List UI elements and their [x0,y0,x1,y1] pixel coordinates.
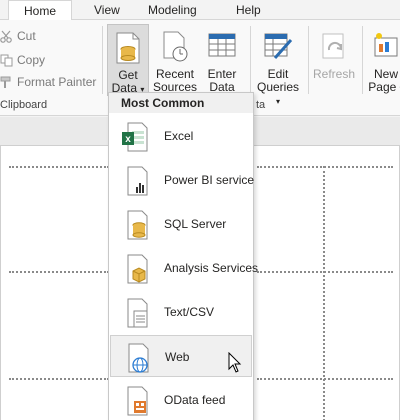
group-separator [308,26,309,94]
analysis-services-icon [127,254,148,284]
grid-line [257,166,393,168]
sql-server-icon [127,210,148,240]
grid-line [323,166,325,420]
grid-line [257,378,393,380]
ribbon-tab-bar: Home View Modeling Help [0,0,400,21]
menu-item-label: Analysis Services [164,261,259,275]
refresh-label: Refresh [312,67,356,81]
menu-item-label: Web [165,350,190,364]
group-separator [102,26,103,94]
refresh-icon [322,33,344,59]
enter-data-button[interactable]: Enter Data [202,24,242,96]
get-data-icon [116,32,140,64]
app-window: { "tabs": [ {"label": "Home"}, {"label":… [0,0,400,420]
excel-icon: x [122,122,148,152]
scissors-icon [0,30,12,43]
menu-item-label: OData feed [164,393,226,407]
new-page-label: New Page ▾ [368,67,400,94]
recent-sources-icon [163,31,188,62]
grid-line [9,378,109,380]
copy-icon [0,54,13,67]
tab-modeling[interactable]: Modeling [148,0,197,20]
tab-home[interactable]: Home [8,0,72,21]
format-painter-button[interactable]: Format Painter [0,73,100,91]
menu-header: Most Common [109,93,253,113]
power-bi-service-icon [127,166,148,196]
menu-item-odata-feed[interactable]: OData feed [110,379,252,420]
recent-sources-button[interactable]: Recent Sources ▾ [152,24,198,106]
group-separator [362,26,363,94]
clipboard-group-label: Clipboard [0,99,48,111]
format-painter-label: Format Painter [17,75,97,89]
menu-item-label: Excel [164,129,194,143]
menu-item-power-bi-service[interactable]: Power BI service [110,159,255,201]
menu-item-label: Power BI service [164,173,255,187]
menu-item-label: Text/CSV [164,305,215,319]
menu-item-sql-server[interactable]: SQL Server [110,203,252,245]
group-separator [250,26,251,94]
web-icon [128,343,149,373]
menu-item-analysis-services[interactable]: Analysis Services [110,247,258,289]
cut-label: Cut [17,29,36,43]
tab-help[interactable]: Help [236,0,261,20]
menu-item-label: SQL Server [164,217,227,231]
edit-queries-label: Edit Queries ▾ [256,67,300,107]
new-page-button[interactable]: New Page ▾ [366,24,400,96]
copy-label: Copy [17,53,46,67]
grid-line [9,166,109,168]
refresh-button[interactable]: Refresh [311,24,357,96]
new-page-icon [374,33,398,57]
table-icon [208,33,236,57]
menu-item-text-csv[interactable]: Text/CSV [110,291,252,333]
grid-line [257,271,393,273]
mouse-cursor-icon [228,352,242,373]
menu-item-excel[interactable]: x Excel [110,115,252,157]
edit-queries-icon [264,33,293,59]
svg-text:x: x [125,134,131,145]
cut-button[interactable]: Cut [0,27,60,45]
get-data-button[interactable]: Get Data ▾ [107,24,149,96]
enter-data-label: Enter Data [207,67,237,94]
grid-line [9,271,109,273]
odata-feed-icon [127,386,148,416]
edit-queries-button[interactable]: Edit Queries ▾ [254,24,302,106]
paintbrush-icon [0,76,11,88]
copy-button[interactable]: Copy [0,51,60,69]
tab-view[interactable]: View [94,0,120,20]
text-csv-icon [127,298,148,328]
